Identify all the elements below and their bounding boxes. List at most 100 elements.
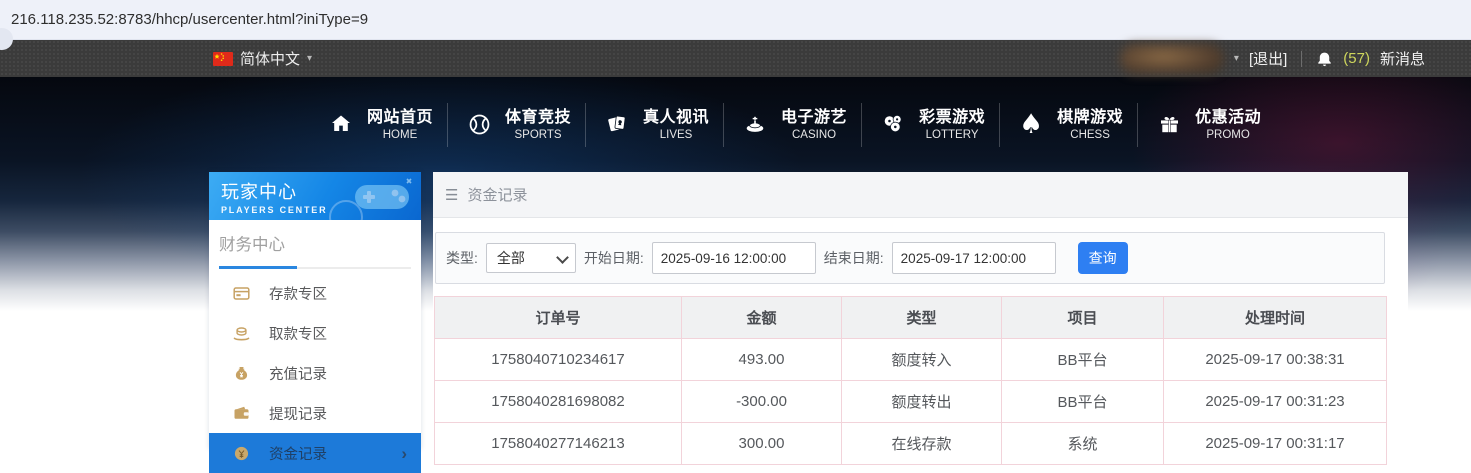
filter-bar: 类型: 全部 开始日期: 结束日期: 查询 xyxy=(435,232,1385,284)
nav-label-en: LIVES xyxy=(659,129,693,142)
breadcrumb: ☰ 资金记录 xyxy=(433,172,1408,218)
sidebar-header-banner: 玩家中心 PLAYERS CENTER xyxy=(209,172,421,220)
table-cell: 在线存款 xyxy=(841,422,1002,465)
spade-icon: ♠ xyxy=(1018,108,1044,140)
start-date-input[interactable] xyxy=(651,242,816,274)
nav-label-en: CASINO xyxy=(792,129,837,142)
lottery-balls-icon xyxy=(876,112,910,136)
withdraw-icon xyxy=(233,326,250,340)
recharge-record-icon xyxy=(235,366,248,380)
table-cell: 300.00 xyxy=(681,422,842,465)
table-cell: 系统 xyxy=(1001,422,1164,465)
nav-label-en: PROMO xyxy=(1206,129,1250,142)
fund-records-table: 订单号 金额 类型 项目 处理时间 1758040710234617 493.0… xyxy=(434,296,1387,465)
search-button[interactable]: 查询 xyxy=(1077,242,1128,274)
nav-item-lives[interactable]: 真人视讯 LIVES xyxy=(586,108,723,142)
withdraw-record-icon xyxy=(234,406,249,419)
nav-item-promo[interactable]: 优惠活动 PROMO xyxy=(1138,108,1275,142)
nav-item-chess[interactable]: ♠ 棋牌游戏 CHESS xyxy=(1000,108,1137,142)
end-date-input[interactable] xyxy=(891,242,1056,274)
table-cell: 2025-09-17 00:31:23 xyxy=(1163,380,1387,423)
nav-label-zh: 优惠活动 xyxy=(1195,108,1262,126)
table-cell: 1758040281698082 xyxy=(434,380,682,423)
nav-item-lottery[interactable]: 彩票游戏 LOTTERY xyxy=(862,108,999,142)
table-cell: 2025-09-17 00:31:17 xyxy=(1163,422,1387,465)
hamburger-icon[interactable]: ☰ xyxy=(445,186,458,204)
sidebar-section-title: 财务中心 xyxy=(219,236,285,254)
gift-icon xyxy=(1152,112,1186,136)
type-label: 类型: xyxy=(446,250,478,266)
end-date-label: 结束日期: xyxy=(823,250,884,266)
col-process-time: 处理时间 xyxy=(1163,296,1387,339)
nav-label-zh: 网站首页 xyxy=(367,108,434,126)
gamepad-icon xyxy=(355,178,412,209)
nav-label-zh: 体育竞技 xyxy=(505,108,572,126)
table-cell: 493.00 xyxy=(681,338,842,381)
nav-label-en: LOTTERY xyxy=(925,129,979,142)
chevron-right-icon: › xyxy=(401,443,407,463)
playing-cards-icon xyxy=(600,112,634,136)
top-toolbar: 简体中文 ▾ ▾ [退出] (57) 新消息 xyxy=(0,40,1471,77)
col-order-number: 订单号 xyxy=(434,296,682,339)
china-flag-icon xyxy=(213,51,233,66)
nav-label-en: CHESS xyxy=(1070,129,1110,142)
sidebar-menu: 存款专区 取款专区 充值记录 提现记录 资金记录 › xyxy=(209,273,421,473)
nav-label-en: SPORTS xyxy=(514,129,562,142)
table-header-row: 订单号 金额 类型 项目 处理时间 xyxy=(434,296,1387,339)
page-title: 资金记录 xyxy=(467,187,528,204)
nav-label-zh: 电子游艺 xyxy=(781,108,848,126)
nav-label-zh: 真人视讯 xyxy=(643,108,710,126)
page-url[interactable]: 216.118.235.52:8783/hhcp/usercenter.html… xyxy=(11,11,368,28)
basketball-icon xyxy=(462,112,496,137)
nav-item-home[interactable]: 网站首页 HOME xyxy=(310,108,447,141)
sidebar-item-deposit[interactable]: 存款专区 xyxy=(209,273,421,313)
nav-item-sports[interactable]: 体育竞技 SPORTS xyxy=(448,108,585,142)
col-amount: 金额 xyxy=(681,296,842,339)
sidebar-item-recharge-records[interactable]: 充值记录 xyxy=(209,353,421,393)
table-row: 1758040710234617 493.00 额度转入 BB平台 2025-0… xyxy=(434,338,1387,381)
language-selector[interactable]: 简体中文 ▾ xyxy=(213,48,312,69)
divider xyxy=(1301,50,1303,67)
chevron-down-icon: ▾ xyxy=(1233,53,1239,64)
table-cell: 额度转入 xyxy=(841,338,1002,381)
nav-label-zh: 棋牌游戏 xyxy=(1057,108,1124,126)
message-count-badge[interactable]: (57) xyxy=(1343,50,1370,67)
sidebar-item-label: 取款专区 xyxy=(269,326,327,343)
type-select[interactable]: 全部 xyxy=(485,243,576,273)
table-cell: 2025-09-17 00:38:31 xyxy=(1163,338,1387,381)
roulette-icon xyxy=(738,112,772,136)
col-type: 类型 xyxy=(841,296,1002,339)
section-underline xyxy=(219,266,411,269)
sidebar-item-withdrawal-records[interactable]: 提现记录 xyxy=(209,393,421,433)
browser-address-bar[interactable]: 216.118.235.52:8783/hhcp/usercenter.html… xyxy=(0,0,1471,40)
messages-link[interactable]: 新消息 xyxy=(1380,48,1425,69)
col-project: 项目 xyxy=(1001,296,1164,339)
start-date-label: 开始日期: xyxy=(583,250,644,266)
sidebar-item-label: 资金记录 xyxy=(269,446,327,463)
table-cell: BB平台 xyxy=(1001,338,1164,381)
table-cell: 1758040710234617 xyxy=(434,338,682,381)
sidebar-item-label: 提现记录 xyxy=(269,406,327,423)
sidebar-item-fund-records[interactable]: 资金记录 › xyxy=(209,433,421,473)
table-cell: BB平台 xyxy=(1001,380,1164,423)
nav-item-casino[interactable]: 电子游艺 CASINO xyxy=(724,108,861,142)
table-cell: -300.00 xyxy=(681,380,842,423)
table-row: 1758040277146213 300.00 在线存款 系统 2025-09-… xyxy=(434,422,1387,465)
nav-label-zh: 彩票游戏 xyxy=(919,108,986,126)
sidebar-item-label: 存款专区 xyxy=(269,286,327,303)
players-center-sidebar: 玩家中心 PLAYERS CENTER 财务中心 存款专区 取款专区 充值记录 … xyxy=(209,172,421,473)
deposit-icon xyxy=(233,286,250,300)
logout-link[interactable]: [退出] xyxy=(1249,48,1287,69)
chevron-down-icon: ▾ xyxy=(307,53,313,64)
sidebar-item-label: 充值记录 xyxy=(269,366,327,383)
main-content: ☰ 资金记录 类型: 全部 开始日期: 结束日期: 查询 订单号 金额 类型 项… xyxy=(433,172,1408,465)
home-icon xyxy=(324,112,358,136)
main-navigation: 网站首页 HOME 体育竞技 SPORTS 真人视讯 LIVES 电子游艺 CA… xyxy=(0,77,1471,172)
table-cell: 1758040277146213 xyxy=(434,422,682,465)
user-account-blurred[interactable] xyxy=(1119,43,1224,74)
fund-record-icon xyxy=(234,446,249,460)
language-label: 简体中文 xyxy=(240,51,301,68)
bell-icon[interactable] xyxy=(1316,50,1333,68)
sidebar-item-withdraw[interactable]: 取款专区 xyxy=(209,313,421,353)
table-cell: 额度转出 xyxy=(841,380,1002,423)
